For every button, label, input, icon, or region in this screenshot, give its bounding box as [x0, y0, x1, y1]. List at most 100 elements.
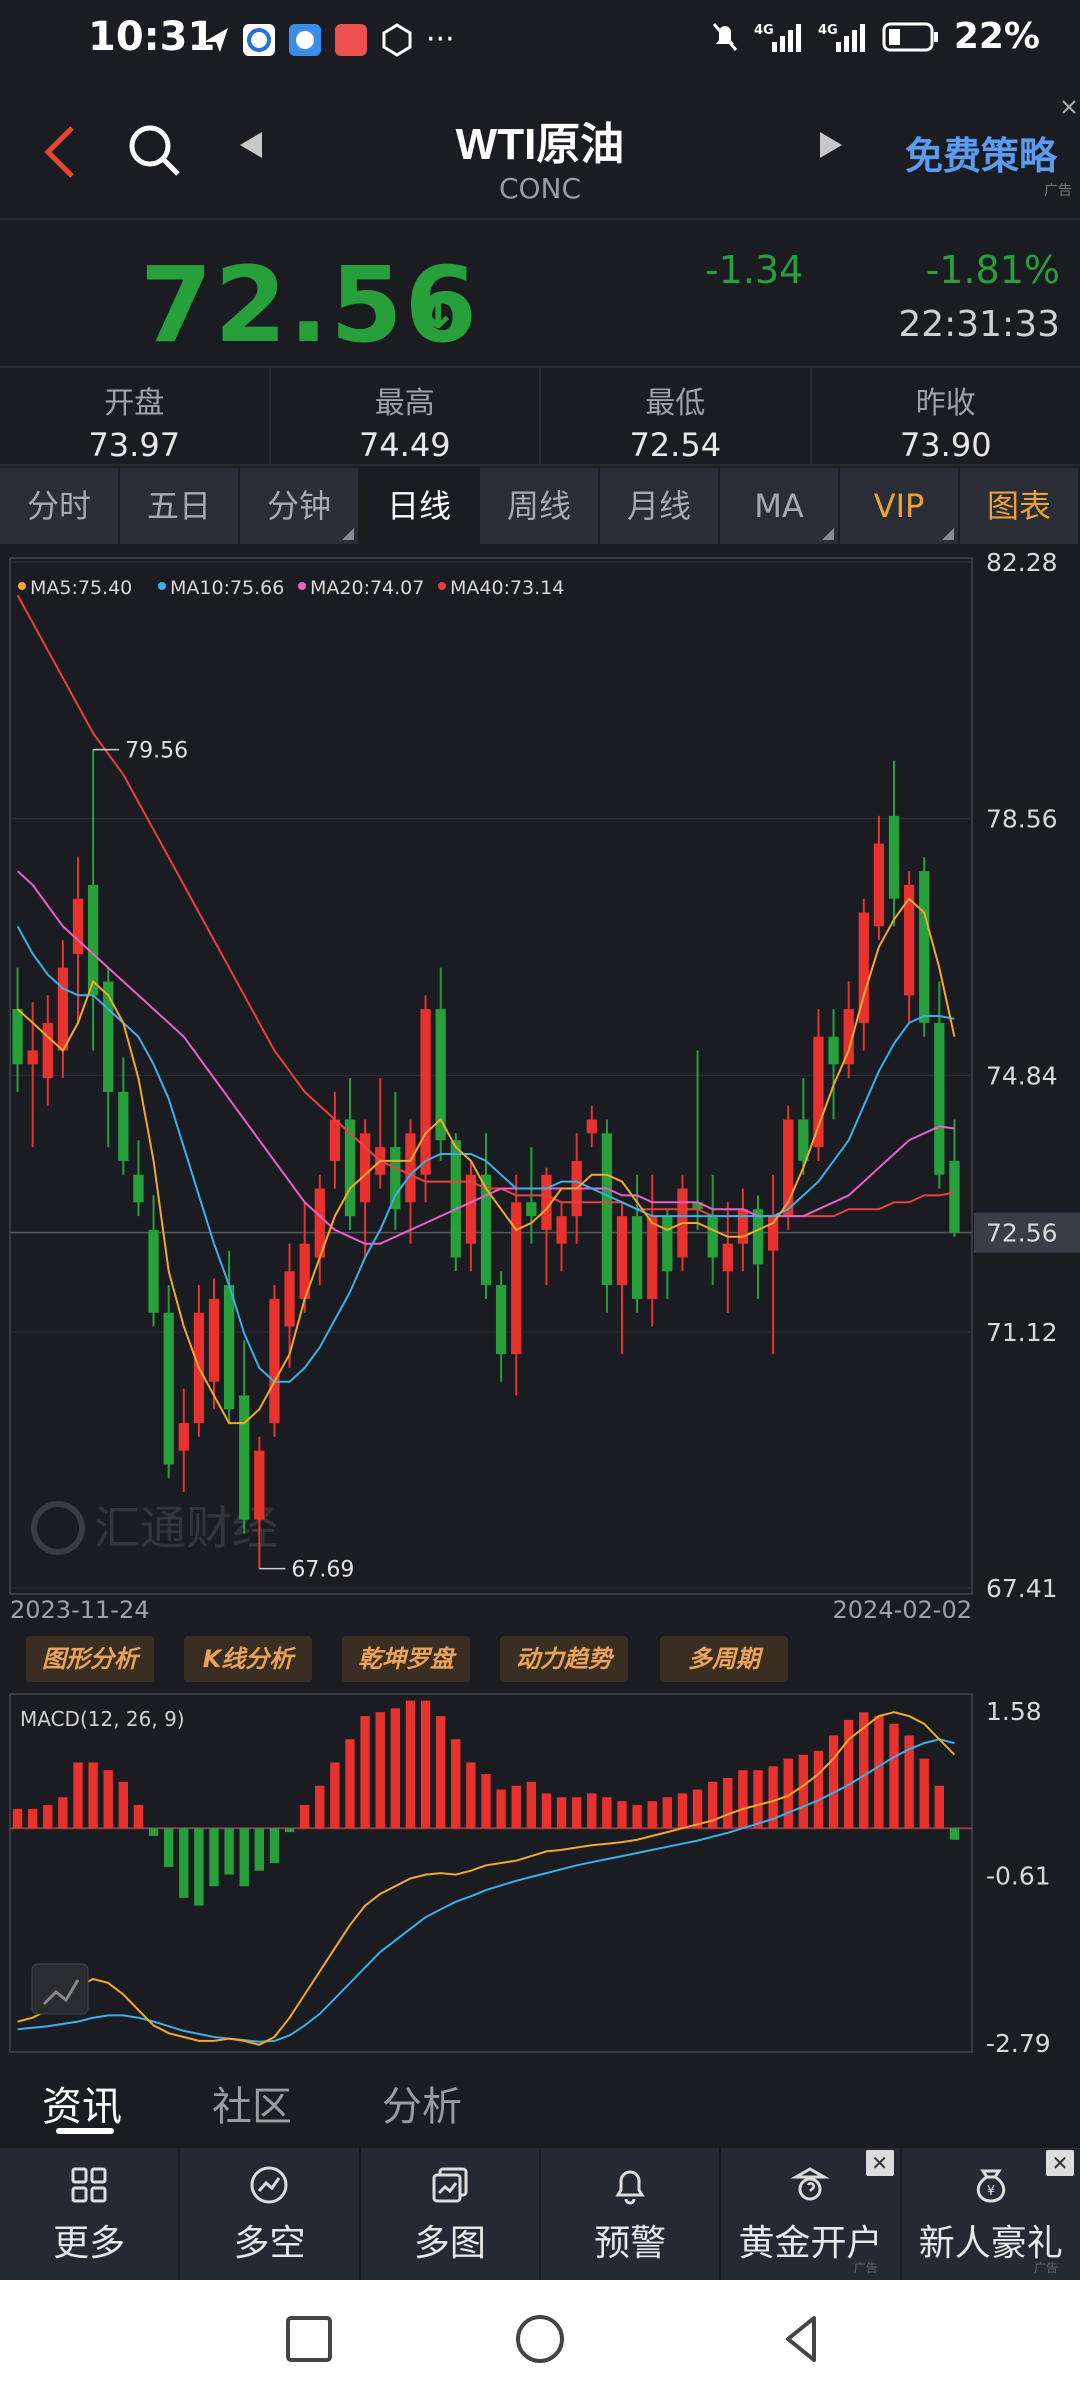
candle-body [631, 1216, 643, 1299]
tab-chart[interactable]: 图表 [960, 468, 1080, 544]
close-icon[interactable] [1060, 98, 1078, 116]
period-tabs: 分时 五日 分钟 日线 周线 月线 MA VIP 图表 [0, 468, 1080, 544]
app-icon [289, 23, 321, 56]
macd-bar [526, 1781, 537, 1829]
analysis-bar: 图形分析 K线分析 乾坤罗盘 动力趋势 多周期 [0, 1630, 1080, 1690]
tab-monthly[interactable]: 月线 [600, 468, 720, 544]
legend-label: MA40:73.14 [450, 577, 564, 599]
system-nav-bar [0, 2280, 1080, 2400]
price-down-arrow-icon: ↓ [418, 284, 459, 340]
tab-community[interactable]: 社区 [212, 2074, 292, 2132]
price-tick-label: 72.56 [986, 1219, 1058, 1248]
macd-frame [9, 1693, 973, 2053]
tab-five-day[interactable]: 五日 [120, 468, 240, 544]
tab-minute[interactable]: 分钟 [240, 468, 360, 544]
gold-account-button[interactable]: 黄金开户 ✕ 广告 [721, 2148, 902, 2280]
kline-chart[interactable]: 汇通财经 MA5:75.40 MA10:75.66 MA20:74.07 MA40:7… [0, 548, 1080, 1618]
macd-bar [148, 1828, 159, 1836]
candle-body [57, 967, 69, 1051]
stat-label: 昨收 [915, 386, 976, 421]
legend-label: MA10:75.66 [170, 577, 284, 599]
tab-label: 分钟 [266, 487, 331, 525]
tab-intraday[interactable]: 分时 [0, 468, 120, 544]
multi-chart-button[interactable]: 多图 [361, 2148, 541, 2280]
macd-chart[interactable]: MACD(12, 26, 9) 1.58 -0.61 -2.79 [0, 1688, 1080, 2060]
ad-label: 广告 [1033, 2261, 1058, 2275]
macd-bar [692, 1789, 703, 1829]
macd-bar [390, 1708, 401, 1829]
macd-bar [118, 1781, 129, 1829]
long-short-button[interactable]: 多空 [180, 2148, 361, 2280]
macd-bar [12, 1808, 23, 1829]
tool-label: 预警 [594, 2223, 667, 2264]
close-ad-icon[interactable]: ✕ [1045, 2150, 1074, 2176]
candle-body [798, 1119, 809, 1161]
candle-body [103, 981, 114, 1092]
macd-bar [224, 1828, 234, 1875]
candle-body [254, 1450, 265, 1520]
header: WTI原油 CONC 免费策略 广告 [0, 80, 1080, 220]
svg-text:4G: 4G [818, 23, 838, 38]
draw-tool-bg [31, 1963, 89, 2015]
tool-label: 多图 [413, 2223, 486, 2264]
kline-analysis-button[interactable]: K线分析 [184, 1636, 312, 1682]
momentum-trend-button[interactable]: 动力趋势 [500, 1636, 628, 1682]
tab-daily[interactable]: 日线 [360, 468, 480, 544]
macd-label: MACD(12, 26, 9) [20, 1707, 185, 1731]
compass-button[interactable]: 乾坤罗盘 [342, 1636, 470, 1682]
bell-icon [615, 2170, 645, 2205]
stat-value: 73.97 [88, 426, 181, 464]
candle-body [722, 1243, 733, 1272]
close-ad-icon[interactable]: ✕ [865, 2150, 894, 2176]
multi-period-button[interactable]: 多周期 [660, 1636, 788, 1682]
gold-icon [790, 2167, 831, 2201]
stat-value: 74.49 [358, 426, 451, 464]
promo-link[interactable]: 免费策略 [905, 125, 1057, 180]
draw-tool-button[interactable] [31, 1963, 89, 2015]
more-button[interactable]: 更多 [0, 2148, 181, 2280]
price-tick-label: 71.12 [986, 1318, 1058, 1347]
macd-bar [602, 1797, 612, 1829]
legend-dot [438, 582, 446, 590]
stat-low: 最低 72.54 [541, 368, 812, 464]
candle-body [495, 1285, 507, 1355]
tab-analysis[interactable]: 分析 [382, 2074, 462, 2132]
macd-bar [269, 1828, 280, 1864]
macd-bar [934, 1785, 945, 1829]
tab-weekly[interactable]: 周线 [480, 468, 600, 544]
battery-level: 22% [953, 16, 1040, 57]
newcomer-gift-button[interactable]: ¥ 新人豪礼 ✕ 广告 [902, 2148, 1080, 2280]
tab-ma[interactable]: MA [720, 468, 840, 544]
macd-bar [541, 1793, 552, 1829]
candle-body [465, 1174, 477, 1244]
stat-value: 72.54 [629, 426, 722, 464]
macd-bar [617, 1801, 627, 1829]
pattern-analysis-button[interactable]: 图形分析 [26, 1636, 154, 1682]
alert-button[interactable]: 预警 [541, 2148, 722, 2280]
candle-body [919, 871, 930, 1023]
tab-vip[interactable]: VIP [840, 468, 960, 544]
candle-body [390, 1147, 401, 1210]
stat-open: 开盘 73.97 [0, 368, 271, 464]
macd-bar [239, 1828, 249, 1887]
next-arrow-icon[interactable] [818, 130, 844, 160]
macd-bar [299, 1805, 310, 1829]
macd-tick-label: -0.61 [986, 1861, 1051, 1890]
stat-high: 最高 74.49 [271, 368, 541, 464]
bottom-toolbar: 更多 多空 多图 预警 黄金开户 ✕ 广告 ¥ 新人豪礼 ✕ 广告 [0, 2148, 1080, 2280]
candle-body [239, 1395, 250, 1520]
ad-label: 广告 [853, 2261, 878, 2275]
candle-body [87, 884, 99, 996]
tab-news[interactable]: 资讯 [42, 2074, 122, 2132]
macd-tick-label: 1.58 [986, 1697, 1042, 1726]
candle-body [662, 1216, 673, 1272]
candle-body [752, 1209, 764, 1265]
candle-body [873, 843, 885, 927]
svg-text:¥: ¥ [987, 2184, 995, 2199]
candle-body [767, 1216, 779, 1251]
dropdown-corner-icon [942, 528, 954, 540]
active-tab-underline [56, 2128, 114, 2134]
macd-bar [179, 1828, 189, 1898]
candle-body [707, 1216, 718, 1258]
mute-bell-icon [712, 22, 737, 51]
